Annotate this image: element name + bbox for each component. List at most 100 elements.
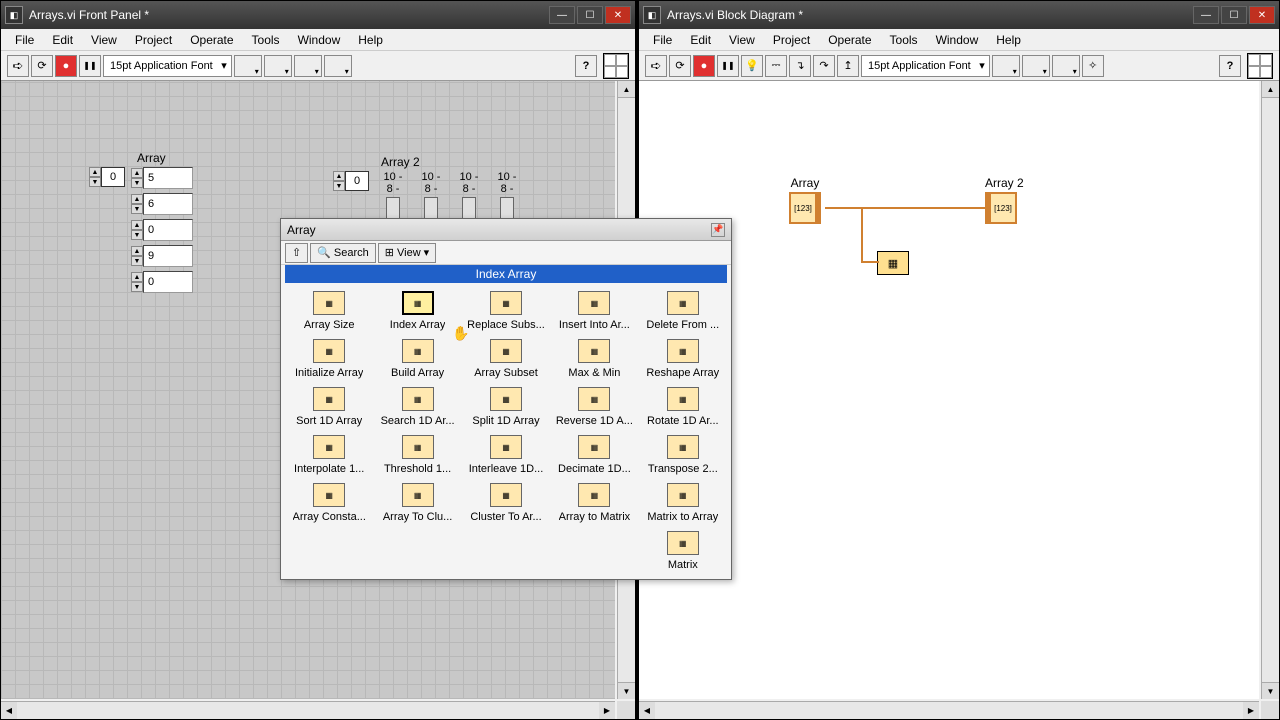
palette-item[interactable]: ▦Cluster To Ar...: [462, 479, 550, 527]
pin-button[interactable]: 📌: [711, 223, 725, 237]
palette-item[interactable]: ▦Index Array: [373, 287, 461, 335]
help-button[interactable]: [1219, 55, 1241, 77]
palette-item[interactable]: ▦Matrix: [639, 527, 727, 575]
run-continuous-button[interactable]: [669, 55, 691, 77]
font-selector[interactable]: 15pt Application Font: [103, 55, 232, 77]
menu-view[interactable]: View: [721, 31, 763, 49]
view-dropdown[interactable]: ⊞View▾: [378, 243, 436, 263]
palette-item[interactable]: ▦Max & Min: [550, 335, 638, 383]
highlight-execution-button[interactable]: [741, 55, 763, 77]
block-titlebar[interactable]: ◧ Arrays.vi Block Diagram * — ☐ ✕: [639, 1, 1279, 29]
array1-index[interactable]: 0: [101, 167, 125, 187]
array2-index[interactable]: 0: [345, 171, 369, 191]
up-arrow-icon[interactable]: ▲: [131, 194, 143, 204]
numeric-value[interactable]: 0: [143, 219, 193, 241]
palette-item[interactable]: ▦Build Array: [373, 335, 461, 383]
cleanup-button[interactable]: ✧: [1082, 55, 1104, 77]
palette-item[interactable]: ▦Reverse 1D A...: [550, 383, 638, 431]
maximize-button[interactable]: ☐: [1221, 6, 1247, 24]
array1-element[interactable]: ▲▼9: [131, 245, 193, 267]
step-out-button[interactable]: ↥: [837, 55, 859, 77]
down-arrow-icon[interactable]: ▼: [333, 181, 345, 191]
menu-project[interactable]: Project: [765, 31, 818, 49]
resize-dropdown[interactable]: [294, 55, 322, 77]
menu-operate[interactable]: Operate: [182, 31, 241, 49]
resize-corner[interactable]: [617, 701, 635, 719]
array-control-terminal[interactable]: Array [123]: [789, 176, 821, 224]
up-arrow-icon[interactable]: ▲: [131, 246, 143, 256]
vertical-scrollbar[interactable]: [1261, 81, 1279, 699]
numeric-value[interactable]: 5: [143, 167, 193, 189]
palette-item[interactable]: ▦Array Size: [285, 287, 373, 335]
down-arrow-icon[interactable]: ▼: [131, 204, 143, 214]
menu-edit[interactable]: Edit: [682, 31, 719, 49]
run-button[interactable]: [7, 55, 29, 77]
palette-item[interactable]: ▦Sort 1D Array: [285, 383, 373, 431]
pause-button[interactable]: [79, 55, 101, 77]
index-array-function[interactable]: ▦: [877, 251, 909, 275]
palette-item[interactable]: ▦Interpolate 1...: [285, 431, 373, 479]
close-button[interactable]: ✕: [605, 6, 631, 24]
palette-item[interactable]: ▦Array Subset: [462, 335, 550, 383]
numeric-value[interactable]: 9: [143, 245, 193, 267]
array1-element[interactable]: ▲▼0: [131, 219, 193, 241]
up-arrow-icon[interactable]: ▲: [131, 168, 143, 178]
menu-window[interactable]: Window: [290, 31, 349, 49]
pause-button[interactable]: [717, 55, 739, 77]
step-into-button[interactable]: ↴: [789, 55, 811, 77]
distribute-dropdown[interactable]: [264, 55, 292, 77]
font-selector[interactable]: 15pt Application Font: [861, 55, 990, 77]
down-arrow-icon[interactable]: ▼: [131, 230, 143, 240]
array1-element[interactable]: ▲▼0: [131, 271, 193, 293]
menu-window[interactable]: Window: [928, 31, 987, 49]
array1-element[interactable]: ▲▼5: [131, 167, 193, 189]
step-over-button[interactable]: ↷: [813, 55, 835, 77]
numeric-value[interactable]: 6: [143, 193, 193, 215]
up-arrow-icon[interactable]: ▲: [333, 171, 345, 181]
palette-item[interactable]: ▦Replace Subs...: [462, 287, 550, 335]
down-arrow-icon[interactable]: ▼: [131, 282, 143, 292]
up-arrow-icon[interactable]: ▲: [89, 167, 101, 177]
abort-button[interactable]: [55, 55, 77, 77]
menu-operate[interactable]: Operate: [820, 31, 879, 49]
menu-view[interactable]: View: [83, 31, 125, 49]
close-button[interactable]: ✕: [1249, 6, 1275, 24]
palette-item[interactable]: ▦Array to Matrix: [550, 479, 638, 527]
palette-item[interactable]: ▦Split 1D Array: [462, 383, 550, 431]
distribute-dropdown[interactable]: [1022, 55, 1050, 77]
palette-titlebar[interactable]: Array 📌: [281, 219, 731, 241]
down-arrow-icon[interactable]: ▼: [131, 178, 143, 188]
numeric-value[interactable]: 0: [143, 271, 193, 293]
menu-help[interactable]: Help: [350, 31, 391, 49]
down-arrow-icon[interactable]: ▼: [89, 177, 101, 187]
reorder-dropdown[interactable]: [324, 55, 352, 77]
wire[interactable]: [861, 207, 863, 263]
up-to-owning-button[interactable]: ⇧: [285, 243, 308, 263]
palette-item[interactable]: ▦Reshape Array: [639, 335, 727, 383]
array1-index-spinner[interactable]: ▲▼ 0: [89, 167, 125, 187]
palette-item[interactable]: ▦Interleave 1D...: [462, 431, 550, 479]
horizontal-scrollbar[interactable]: [639, 701, 1259, 719]
connector-pane-icon[interactable]: [603, 53, 629, 79]
help-button[interactable]: [575, 55, 597, 77]
array-control-1[interactable]: Array ▲▼ 0 ▲▼5▲▼6▲▼0▲▼9▲▼0: [89, 151, 193, 293]
align-dropdown[interactable]: [992, 55, 1020, 77]
connector-pane-icon[interactable]: [1247, 53, 1273, 79]
wire[interactable]: [861, 261, 879, 263]
menu-tools[interactable]: Tools: [244, 31, 288, 49]
run-button[interactable]: [645, 55, 667, 77]
abort-button[interactable]: [693, 55, 715, 77]
menu-help[interactable]: Help: [988, 31, 1029, 49]
menu-tools[interactable]: Tools: [882, 31, 926, 49]
up-arrow-icon[interactable]: ▲: [131, 220, 143, 230]
wire[interactable]: [825, 207, 987, 209]
menu-edit[interactable]: Edit: [44, 31, 81, 49]
front-titlebar[interactable]: ◧ Arrays.vi Front Panel * — ☐ ✕: [1, 1, 635, 29]
resize-corner[interactable]: [1261, 701, 1279, 719]
up-arrow-icon[interactable]: ▲: [131, 272, 143, 282]
reorder-dropdown[interactable]: [1052, 55, 1080, 77]
minimize-button[interactable]: —: [1193, 6, 1219, 24]
palette-item[interactable]: ▦Matrix to Array: [639, 479, 727, 527]
palette-item[interactable]: ▦Decimate 1D...: [550, 431, 638, 479]
menu-project[interactable]: Project: [127, 31, 180, 49]
